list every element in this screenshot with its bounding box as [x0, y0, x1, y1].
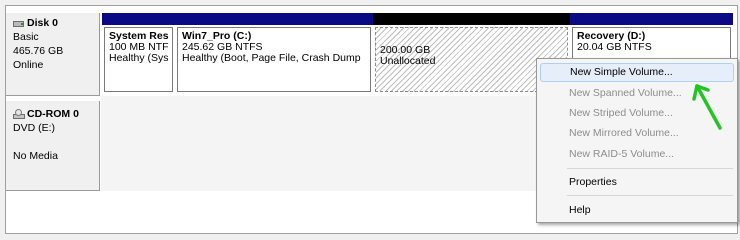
disk-0-title-row: Disk 0 — [13, 16, 99, 30]
partition-bar — [175, 13, 373, 25]
disk-0-size: 465.76 GB — [13, 45, 64, 57]
partition-size: 20.04 GB NTFS — [577, 41, 652, 53]
disk-0-status: Online — [13, 59, 44, 71]
partition-status: Unallocated — [380, 55, 436, 67]
cd-rom-icon — [13, 108, 25, 120]
disk-0-info-panel[interactable]: Disk 0 Basic 465.76 GB Online — [6, 13, 100, 96]
disk-0-type: Basic — [13, 31, 39, 43]
annotation-arrow-icon — [692, 84, 722, 130]
partition-status: Healthy (Boot, Page File, Crash Dump — [182, 52, 361, 64]
partition-status: Healthy (Sys — [109, 52, 169, 64]
partition-system-reserved[interactable]: System Res 100 MB NTF Healthy (Sys — [102, 13, 175, 93]
menu-item-help[interactable]: Help — [540, 201, 734, 220]
partition-details: System Res 100 MB NTF Healthy (Sys — [104, 27, 173, 92]
cd-rom-0-title: CD-ROM 0 — [27, 108, 79, 120]
partition-bar — [373, 13, 570, 25]
disk-0-title: Disk 0 — [27, 17, 58, 29]
menu-item-new-raid-5-volume[interactable]: New RAID-5 Volume... — [540, 145, 734, 164]
partition-bar — [570, 13, 733, 25]
menu-item-properties[interactable]: Properties — [540, 173, 734, 192]
menu-separator — [567, 195, 733, 196]
cd-rom-0-type: DVD (E:) — [13, 122, 55, 134]
cd-rom-0-status: No Media — [13, 150, 58, 162]
cd-rom-0-info-panel[interactable]: CD-ROM 0 DVD (E:) No Media — [6, 101, 100, 191]
cd-rom-0-title-row: CD-ROM 0 — [13, 107, 99, 121]
partition-win7-pro-c[interactable]: Win7_Pro (C:) 245.62 GB NTFS Healthy (Bo… — [175, 13, 373, 93]
partition-details: Win7_Pro (C:) 245.62 GB NTFS Healthy (Bo… — [177, 27, 371, 92]
hard-disk-icon — [13, 19, 25, 28]
menu-separator — [567, 168, 733, 169]
partition-bar — [102, 13, 175, 25]
